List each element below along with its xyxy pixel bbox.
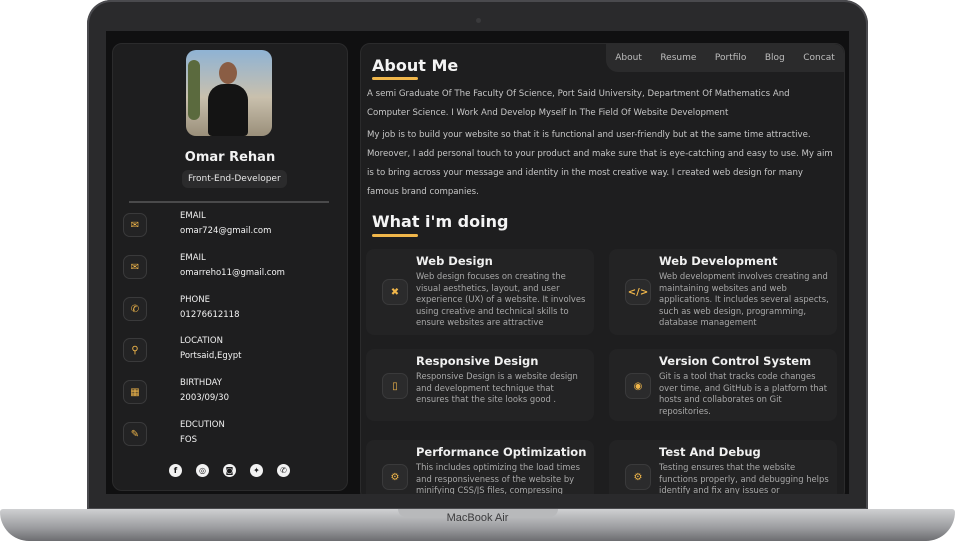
service-text: Git is a tool that tracks code changes o… bbox=[659, 371, 828, 416]
contact-value[interactable]: omar724@gmail.com bbox=[180, 226, 271, 236]
mail-icon: ✉ bbox=[123, 213, 147, 237]
service-title: Performance Optimization bbox=[416, 445, 587, 459]
contact-education: ✎ EDCUTION FOS bbox=[123, 420, 343, 454]
github-icon: ◉ bbox=[625, 373, 651, 399]
screen: Omar Rehan Front-End-Developer ✉ EMAIL o… bbox=[106, 31, 849, 494]
profile-name: Omar Rehan bbox=[184, 150, 276, 165]
service-title: Responsive Design bbox=[416, 354, 539, 368]
service-card-web-development: </> Web Development Web development invo… bbox=[609, 249, 837, 335]
calendar-icon: ▦ bbox=[123, 380, 147, 404]
mail-icon: ✉ bbox=[123, 255, 147, 279]
nav-link-contact[interactable]: Concat bbox=[803, 53, 835, 63]
service-text: Responsive Design is a website design an… bbox=[416, 371, 578, 404]
heading-underline bbox=[372, 77, 418, 80]
whatsapp-icon[interactable]: ✆ bbox=[277, 464, 290, 477]
contact-title: EMAIL bbox=[180, 211, 206, 221]
profile-role-badge: Front-End-Developer bbox=[182, 170, 287, 188]
contact-title: PHONE bbox=[180, 295, 210, 305]
service-card-web-design: ✖ Web Design Web design focuses on creat… bbox=[366, 249, 594, 335]
mobile-icon: ▯ bbox=[382, 373, 408, 399]
contact-birthday: ▦ BIRTHDAY 2003/09/30 bbox=[123, 378, 343, 412]
service-card-test-debug: ⚙ Test And Debug Testing ensures that th… bbox=[609, 440, 837, 494]
contact-value: 2003/09/30 bbox=[180, 393, 229, 403]
services-heading: What i'm doing bbox=[372, 212, 509, 231]
service-title: Test And Debug bbox=[659, 445, 761, 459]
service-card-responsive-design: ▯ Responsive Design Responsive Design is… bbox=[366, 349, 594, 421]
service-text: Web design focuses on creating the visua… bbox=[416, 271, 586, 327]
service-card-performance-optimization: ⚙ Performance Optimization This includes… bbox=[366, 440, 594, 494]
education-icon: ✎ bbox=[123, 422, 147, 446]
contact-email-2: ✉ EMAIL omarreho11@gmail.com bbox=[123, 253, 343, 287]
nav-link-blog[interactable]: Blog bbox=[765, 53, 785, 63]
phone-icon: ✆ bbox=[123, 297, 147, 321]
twitter-icon[interactable]: ✦ bbox=[250, 464, 263, 477]
contact-title: EMAIL bbox=[180, 253, 206, 263]
top-navbar: About Resume Portfilo Blog Concat bbox=[606, 44, 844, 72]
service-title: Version Control System bbox=[659, 354, 812, 368]
main-content: About Resume Portfilo Blog Concat About … bbox=[360, 43, 845, 494]
social-links: f ◎ ◙ ✦ ✆ bbox=[169, 464, 290, 477]
gears-icon: ⚙ bbox=[382, 464, 408, 490]
service-title: Web Design bbox=[416, 254, 493, 268]
nav-link-portfolio[interactable]: Portfilo bbox=[715, 53, 747, 63]
contact-location: ⚲ LOCATION Portsaid,Egypt bbox=[123, 336, 343, 370]
profile-sidebar: Omar Rehan Front-End-Developer ✉ EMAIL o… bbox=[112, 43, 348, 491]
contact-title: BIRTHDAY bbox=[180, 378, 222, 388]
nav-link-resume[interactable]: Resume bbox=[660, 53, 696, 63]
instagram-icon[interactable]: ◎ bbox=[196, 464, 209, 477]
service-text: Testing ensures that the website functio… bbox=[659, 462, 829, 494]
service-card-version-control: ◉ Version Control System Git is a tool t… bbox=[609, 349, 837, 421]
device-label: MacBook Air bbox=[446, 512, 509, 524]
discord-icon[interactable]: ◙ bbox=[223, 464, 236, 477]
about-paragraph-1: A semi Graduate Of The Faculty Of Scienc… bbox=[367, 89, 790, 118]
nav-link-about[interactable]: About bbox=[615, 53, 642, 63]
design-icon: ✖ bbox=[382, 279, 408, 305]
heading-underline bbox=[372, 234, 418, 237]
about-paragraph-2: My job is to build your website so that … bbox=[367, 130, 833, 197]
code-icon: </> bbox=[625, 279, 651, 305]
location-pin-icon: ⚲ bbox=[123, 338, 147, 362]
contact-title: EDCUTION bbox=[180, 420, 225, 430]
contact-value[interactable]: 01276612118 bbox=[180, 310, 240, 320]
about-heading: About Me bbox=[372, 56, 459, 75]
contact-title: LOCATION bbox=[180, 336, 223, 346]
contact-email-1: ✉ EMAIL omar724@gmail.com bbox=[123, 211, 343, 245]
divider bbox=[129, 201, 329, 203]
contact-value: FOS bbox=[180, 435, 197, 445]
contact-phone: ✆ PHONE 01276612118 bbox=[123, 295, 343, 329]
service-title: Web Development bbox=[659, 254, 778, 268]
camera-icon bbox=[476, 18, 481, 23]
service-text: This includes optimizing the load times … bbox=[416, 462, 580, 494]
contact-value: Portsaid,Egypt bbox=[180, 351, 242, 361]
service-text: Web development involves creating and ma… bbox=[659, 271, 829, 327]
gears-icon: ⚙ bbox=[625, 464, 651, 490]
contact-value[interactable]: omarreho11@gmail.com bbox=[180, 268, 285, 278]
facebook-icon[interactable]: f bbox=[169, 464, 182, 477]
avatar bbox=[186, 50, 272, 136]
